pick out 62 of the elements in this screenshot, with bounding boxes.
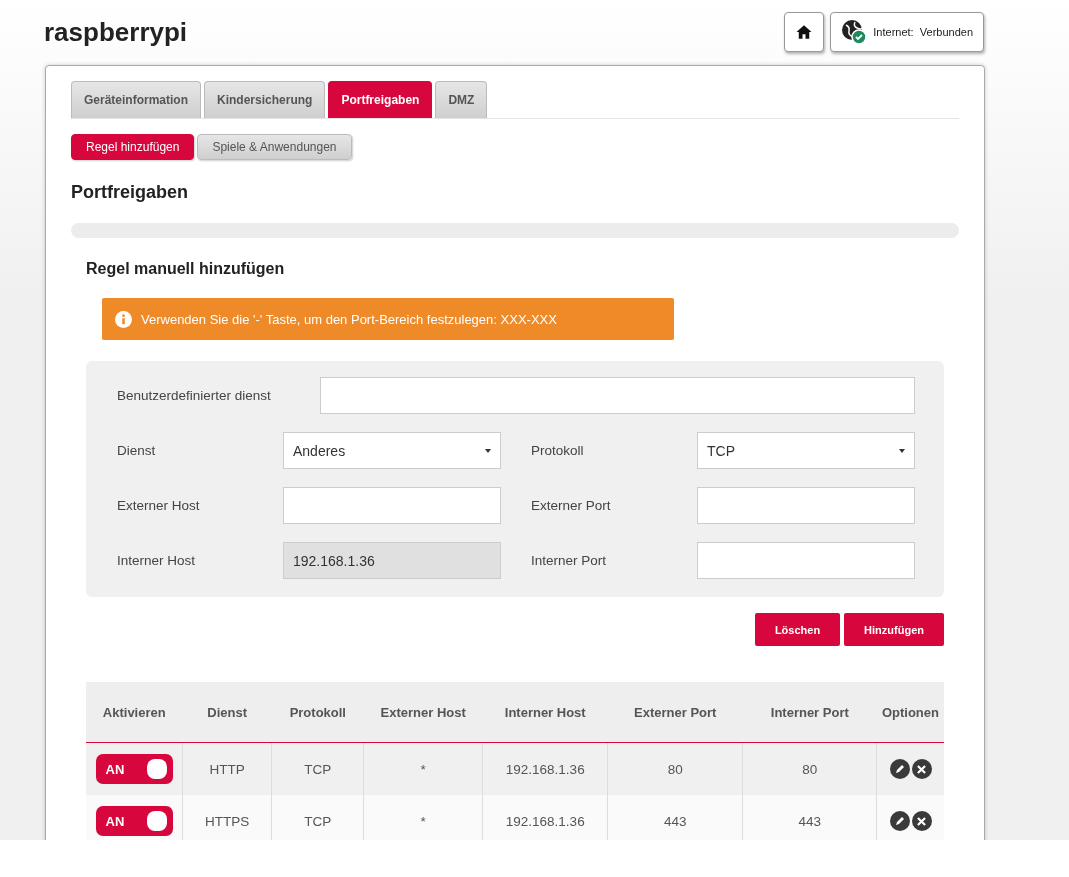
column-header: Aktivieren	[86, 682, 183, 743]
device-title: raspberrypi	[44, 16, 189, 48]
field-label: Interner Port	[531, 553, 608, 568]
column-header: Externer Port	[607, 682, 743, 743]
input-field[interactable]	[283, 487, 501, 524]
table-cell: 192.168.1.36	[482, 742, 608, 795]
table-cell: *	[363, 742, 483, 795]
table-cell: HTTPS	[182, 795, 272, 840]
delete-button[interactable]	[911, 811, 932, 832]
edit-button[interactable]	[889, 758, 910, 779]
field-label: Dienst	[117, 443, 157, 458]
field-label: Interner Host	[117, 553, 197, 568]
pencil-icon	[894, 763, 905, 774]
action-button[interactable]: Löschen	[754, 613, 841, 646]
info-icon	[115, 310, 132, 328]
caret-icon	[899, 448, 905, 453]
field-label: Externer Host	[117, 498, 201, 513]
internet-status-button[interactable]: Internet: Verbunden	[830, 12, 984, 52]
input-field[interactable]	[697, 487, 915, 524]
close-icon	[917, 816, 927, 826]
tab[interactable]: Portfreigaben	[328, 81, 433, 118]
table-cell: 80	[607, 742, 743, 795]
delete-button[interactable]	[911, 759, 932, 780]
tab[interactable]: Geräteinformation	[71, 81, 201, 118]
column-header: Dienst	[182, 682, 272, 743]
table-cell: *	[363, 795, 483, 840]
action-button[interactable]: Hinzufügen	[844, 613, 944, 646]
table-cell: TCP	[271, 795, 364, 840]
column-header: Optionen	[876, 682, 944, 743]
field-label: Externer Port	[531, 498, 612, 513]
toggle-switch[interactable]: AN	[95, 806, 173, 836]
table-cell: HTTP	[182, 742, 272, 795]
toggle-switch[interactable]: AN	[95, 754, 173, 784]
home-icon	[795, 23, 814, 41]
table-cell: 192.168.1.36	[482, 795, 608, 840]
input-field[interactable]	[320, 377, 915, 414]
table-cell: 80	[742, 742, 877, 795]
table-cell: 443	[607, 795, 743, 840]
section-heading: Regel manuell hinzufügen	[86, 260, 286, 278]
pencil-icon	[894, 815, 905, 826]
tab[interactable]: DMZ	[435, 81, 488, 118]
column-header: Protokoll	[271, 682, 364, 743]
page-heading: Portfreigaben	[71, 182, 190, 203]
edit-button[interactable]	[889, 810, 910, 831]
field-label: Benutzerdefinierter dienst	[117, 388, 272, 403]
close-icon	[917, 764, 927, 774]
tab[interactable]: Kindersicherung	[204, 81, 326, 118]
globe-check-icon	[841, 19, 868, 45]
column-header: Interner Host	[482, 682, 608, 743]
home-button[interactable]	[784, 12, 825, 52]
caret-icon	[485, 448, 491, 453]
subtab[interactable]: Spiele & Anwendungen	[197, 134, 352, 160]
field-label: Protokoll	[531, 443, 585, 458]
input-field[interactable]	[697, 542, 915, 579]
alert-text: Verwenden Sie die '-' Taste, um den Port-Bereich festzulegen: XXX-XXX	[141, 311, 557, 327]
table-cell: 443	[742, 795, 877, 840]
table-cell: TCP	[271, 742, 364, 795]
column-header: Interner Port	[742, 682, 877, 743]
column-header: Externer Host	[363, 682, 483, 743]
select-field[interactable]: TCP	[697, 432, 915, 469]
select-field[interactable]: Anderes	[283, 432, 501, 469]
subtab[interactable]: Regel hinzufügen	[71, 134, 195, 160]
